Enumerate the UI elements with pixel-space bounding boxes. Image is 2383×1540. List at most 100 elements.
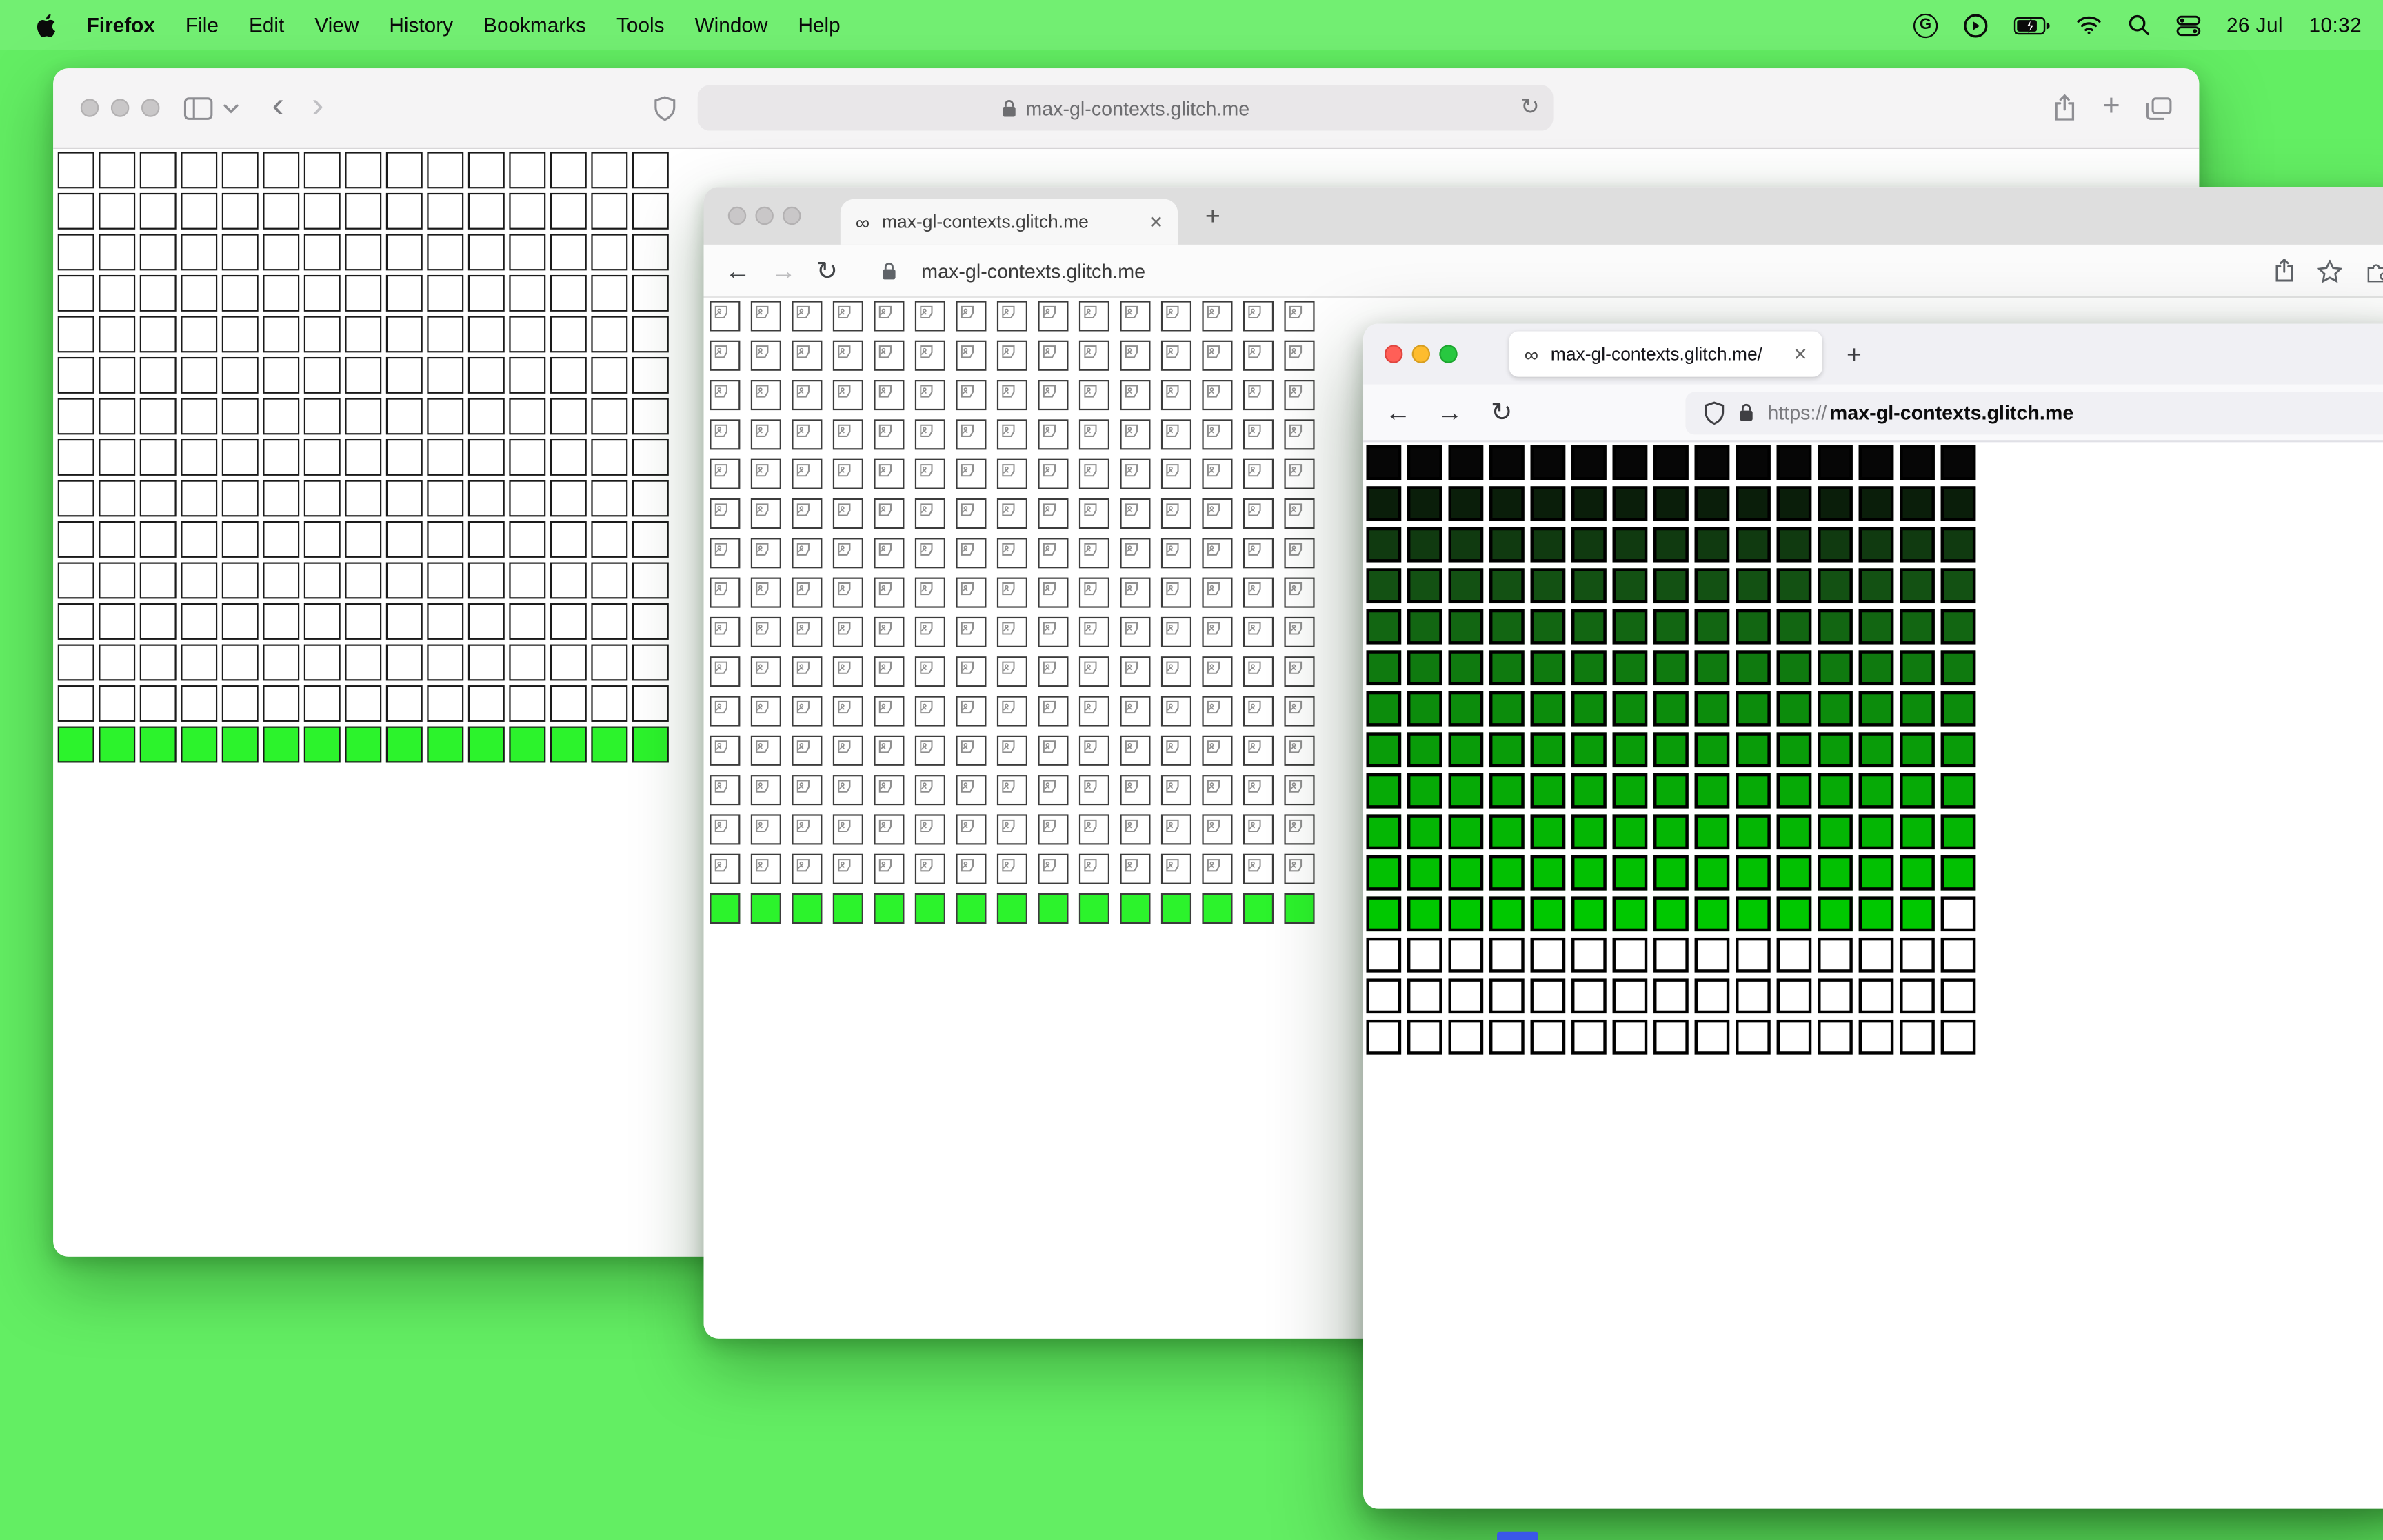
grid-cell — [874, 301, 905, 332]
minimize-window-button[interactable] — [755, 206, 774, 225]
grid-cell — [303, 274, 341, 312]
minimize-window-button[interactable] — [110, 99, 130, 117]
share-icon[interactable] — [2273, 258, 2295, 283]
apple-menu[interactable] — [21, 13, 72, 37]
menu-view[interactable]: View — [299, 14, 374, 37]
grid-cell — [345, 152, 382, 189]
play-circle-icon[interactable] — [1964, 13, 1988, 37]
grid-cell — [303, 521, 341, 558]
dock-app-indicator[interactable] — [1497, 1531, 1538, 1540]
grid-cell — [1530, 937, 1566, 973]
menu-window[interactable]: Window — [680, 14, 783, 37]
app-menu-title[interactable]: Firefox — [72, 14, 170, 37]
zoom-window-button[interactable] — [141, 99, 160, 117]
wifi-icon[interactable] — [2076, 15, 2102, 35]
tab-title: max-gl-contexts.glitch.me/ — [1550, 343, 1763, 365]
grid-cell — [750, 538, 781, 569]
grid-cell — [1736, 609, 1771, 645]
forward-button[interactable]: → — [1430, 400, 1469, 425]
back-button[interactable]: ← — [1378, 400, 1418, 425]
share-icon[interactable] — [2053, 94, 2076, 122]
grid-cell — [1120, 893, 1151, 924]
grid-cell — [1120, 775, 1151, 806]
broken-image-icon — [920, 424, 933, 437]
back-button[interactable]: ← — [725, 258, 750, 283]
sidebar-icon[interactable] — [183, 97, 213, 119]
reload-button[interactable]: ↻ — [816, 258, 838, 283]
grid-cell — [1736, 896, 1771, 932]
menu-bookmarks[interactable]: Bookmarks — [468, 14, 601, 37]
new-tab-button[interactable]: + — [2102, 91, 2120, 121]
new-tab-button[interactable]: + — [1205, 203, 1220, 228]
grid-cell — [57, 726, 94, 763]
browser-tab[interactable]: ∞ max-gl-contexts.glitch.me × — [840, 199, 1178, 245]
menu-file[interactable]: File — [170, 14, 234, 37]
grid-cell — [1694, 650, 1730, 686]
grid-cell — [1653, 486, 1689, 522]
close-window-button[interactable] — [727, 206, 747, 225]
broken-image-icon — [1125, 661, 1138, 674]
broken-image-icon — [714, 622, 727, 635]
broken-image-icon — [1207, 700, 1220, 714]
close-window-button[interactable] — [80, 99, 99, 117]
broken-image-icon — [714, 385, 727, 398]
control-center-icon[interactable] — [2176, 14, 2201, 36]
grid-cell — [832, 538, 863, 569]
tab-close-button[interactable]: × — [1793, 343, 1807, 365]
grid-cell — [591, 356, 628, 394]
g-circle-icon[interactable]: G — [1913, 12, 1938, 38]
broken-image-icon — [796, 859, 810, 872]
grid-cell — [914, 893, 945, 924]
menu-bar-time[interactable]: 10:32 — [2309, 14, 2362, 37]
menu-edit[interactable]: Edit — [234, 14, 299, 37]
zoom-window-button[interactable] — [783, 206, 801, 225]
broken-image-icon — [1084, 661, 1097, 674]
broken-image-icon — [1289, 305, 1303, 319]
battery-charging-icon[interactable] — [2013, 16, 2050, 34]
grid-cell — [1366, 855, 1402, 891]
menu-history[interactable]: History — [374, 14, 468, 37]
menu-tools[interactable]: Tools — [601, 14, 680, 37]
grid-cell — [303, 316, 341, 353]
grid-cell — [1612, 732, 1648, 768]
forward-button[interactable]: → — [770, 258, 796, 283]
grid-cell — [1900, 486, 1935, 522]
grid-cell — [832, 498, 863, 529]
reload-button[interactable]: ↻ — [1520, 92, 1540, 120]
grid-cell — [139, 234, 177, 271]
browser-tab[interactable]: ∞ max-gl-contexts.glitch.me/ × — [1509, 331, 1822, 377]
reload-button[interactable]: ↻ — [1482, 400, 1521, 425]
menu-help[interactable]: Help — [783, 14, 855, 37]
menu-bar-date[interactable]: 26 Jul — [2226, 14, 2283, 37]
tab-close-button[interactable]: × — [1149, 210, 1163, 233]
grid-cell — [550, 562, 587, 599]
grid-cell — [550, 685, 587, 722]
new-tab-button[interactable]: + — [1847, 341, 1862, 367]
forward-button[interactable]: › — [312, 87, 324, 124]
grid-cell — [385, 480, 423, 517]
privacy-shield-icon[interactable] — [654, 95, 676, 121]
close-window-button[interactable] — [1384, 345, 1403, 363]
grid-cell — [710, 656, 741, 687]
url-text[interactable]: max-gl-contexts.glitch.me — [921, 259, 1145, 282]
grid-cell — [591, 603, 628, 640]
broken-image-icon — [961, 700, 974, 714]
broken-image-icon — [961, 464, 974, 477]
chevron-down-icon[interactable] — [223, 103, 239, 113]
safari-toolbar-right: + — [2053, 91, 2172, 122]
grid-cell — [914, 656, 945, 687]
address-bar[interactable]: max-gl-contexts.glitch.me ↻ — [697, 85, 1554, 131]
grid-cell — [263, 644, 300, 681]
address-bar[interactable]: https:// max-gl-contexts.glitch.me — [1685, 391, 2383, 434]
broken-image-icon — [878, 543, 892, 556]
tracking-shield-icon[interactable] — [1704, 401, 1725, 425]
spotlight-search-icon[interactable] — [2128, 14, 2151, 37]
zoom-window-button[interactable] — [1439, 345, 1458, 363]
grid-cell — [750, 380, 781, 411]
back-button[interactable]: ‹ — [272, 87, 285, 124]
minimize-window-button[interactable] — [1411, 345, 1431, 363]
tab-overview-icon[interactable] — [2146, 97, 2172, 119]
grid-cell — [57, 398, 94, 435]
bookmark-star-icon[interactable] — [2317, 259, 2342, 282]
extensions-puzzle-icon[interactable] — [2365, 259, 2383, 283]
